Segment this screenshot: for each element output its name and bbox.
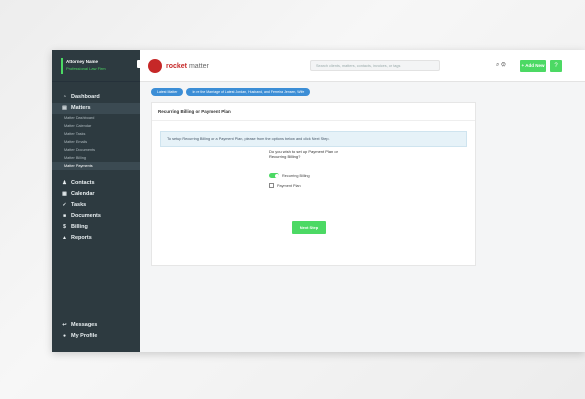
option-label: Recurring Billing	[282, 173, 310, 178]
app-window: Attorney Name Professional Law Firm ‹ ◔ …	[52, 50, 585, 352]
sidebar-sub-label: Matter Dashboard	[64, 116, 95, 120]
sidebar-item-label: Dashboard	[71, 94, 100, 100]
logo-mark	[148, 59, 162, 73]
sidebar-sub-matter-tasks[interactable]: Matter Tasks	[52, 130, 140, 138]
sidebar: Attorney Name Professional Law Firm ‹ ◔ …	[52, 50, 145, 352]
calendar-icon: ▦	[62, 191, 67, 197]
sidebar-item-label: Contacts	[71, 180, 95, 186]
sidebar-sub-label: Matter Emails	[64, 140, 88, 144]
option-label: Payment Plan	[277, 183, 301, 188]
breadcrumb-case[interactable]: In re the Marriage of Latest Jordan, Hus…	[186, 88, 311, 96]
panel-title: Recurring Billing or Payment Plan	[152, 103, 475, 121]
users-icon: ♟	[62, 180, 67, 186]
user-firm: Professional Law Firm	[66, 66, 106, 71]
user-block[interactable]: Attorney Name Professional Law Firm ‹	[52, 50, 145, 82]
user-name: Attorney Name	[66, 59, 99, 64]
next-step-button[interactable]: Next Step	[292, 221, 326, 234]
setup-question: Do you wish to set up Payment Plan or Re…	[269, 149, 338, 159]
top-bar: rocket matter Search clients, matters, c…	[140, 50, 585, 82]
sidebar-item-label: Tasks	[71, 202, 87, 208]
sidebar-sub-matter-dashboard[interactable]: Matter Dashboard	[52, 114, 140, 122]
sidebar-item-messages[interactable]: ↩ Messages	[52, 320, 140, 331]
option-payment-plan[interactable]: Payment Plan	[269, 183, 301, 188]
toggle-switch[interactable]	[269, 173, 279, 178]
sidebar-item-label: Messages	[71, 322, 98, 328]
sidebar-sub-matter-emails[interactable]: Matter Emails	[52, 138, 140, 146]
sidebar-nav: ◔ Dashboard ▤ Matters Matter Dashboard M…	[52, 82, 140, 244]
breadcrumb: Latest Matter In re the Marriage of Late…	[151, 88, 311, 96]
payment-plan-panel: Recurring Billing or Payment Plan To set…	[151, 102, 476, 266]
settings-icon[interactable]: ⚙	[501, 62, 506, 68]
sidebar-sub-label: Matter Payments	[64, 164, 93, 168]
chart-icon: ▲	[62, 235, 67, 241]
sidebar-item-label: Reports	[71, 235, 92, 241]
sidebar-sub-matter-documents[interactable]: Matter Documents	[52, 146, 140, 154]
gauge-icon: ◔	[62, 94, 67, 100]
user-indicator	[61, 58, 63, 74]
checkbox[interactable]	[269, 183, 274, 188]
check-icon: ✓	[62, 202, 67, 208]
sidebar-item-documents[interactable]: ■ Documents	[52, 211, 140, 222]
logo[interactable]: rocket matter	[148, 59, 209, 73]
sidebar-item-dashboard[interactable]: ◔ Dashboard	[52, 92, 140, 103]
sidebar-sub-matter-payments[interactable]: Matter Payments	[52, 162, 140, 170]
folder-icon: ■	[62, 213, 67, 219]
search-input[interactable]: Search clients, matters, contacts, invoi…	[310, 60, 440, 71]
sidebar-item-billing[interactable]: $ Billing	[52, 222, 140, 233]
sidebar-item-tasks[interactable]: ✓ Tasks	[52, 200, 140, 211]
sidebar-sub-label: Matter Documents	[64, 148, 96, 152]
info-banner: To setup Recurring Billing or a Payment …	[160, 131, 467, 147]
sidebar-sub-matter-calendar[interactable]: Matter Calendar	[52, 122, 140, 130]
sidebar-item-label: Calendar	[71, 191, 95, 197]
sidebar-item-reports[interactable]: ▲ Reports	[52, 233, 140, 244]
sidebar-item-label: Matters	[71, 105, 91, 111]
logo-text: rocket matter	[166, 63, 209, 70]
breadcrumb-matter[interactable]: Latest Matter	[151, 88, 184, 96]
help-icon[interactable]: ?	[550, 60, 562, 72]
sidebar-sub-label: Matter Billing	[64, 156, 86, 160]
message-icon: ↩	[62, 322, 67, 328]
sidebar-sub-label: Matter Calendar	[64, 124, 92, 128]
sidebar-bottom: ↩ Messages ● My Profile	[52, 320, 140, 342]
logo-main: rocket	[166, 62, 188, 70]
sidebar-item-label: Documents	[71, 213, 101, 219]
sidebar-item-matters[interactable]: ▤ Matters	[52, 103, 140, 114]
search-icon[interactable]: ⌕	[496, 62, 499, 68]
sidebar-item-label: Billing	[71, 224, 88, 230]
dollar-icon: $	[63, 224, 66, 230]
logo-sub: matter	[188, 62, 209, 70]
add-new-button[interactable]: + Add New	[520, 60, 546, 72]
sidebar-item-calendar[interactable]: ▦ Calendar	[52, 189, 140, 200]
briefcase-icon: ▤	[62, 105, 67, 111]
person-icon: ●	[62, 333, 67, 339]
sidebar-sub-matter-billing[interactable]: Matter Billing	[52, 154, 140, 162]
sidebar-sub-label: Matter Tasks	[64, 132, 86, 136]
sidebar-item-contacts[interactable]: ♟ Contacts	[52, 178, 140, 189]
sidebar-item-label: My Profile	[71, 333, 98, 339]
top-icons: ⌕ ⚙	[496, 62, 506, 69]
option-recurring-billing[interactable]: Recurring Billing	[269, 173, 310, 178]
sidebar-item-my-profile[interactable]: ● My Profile	[52, 331, 140, 342]
